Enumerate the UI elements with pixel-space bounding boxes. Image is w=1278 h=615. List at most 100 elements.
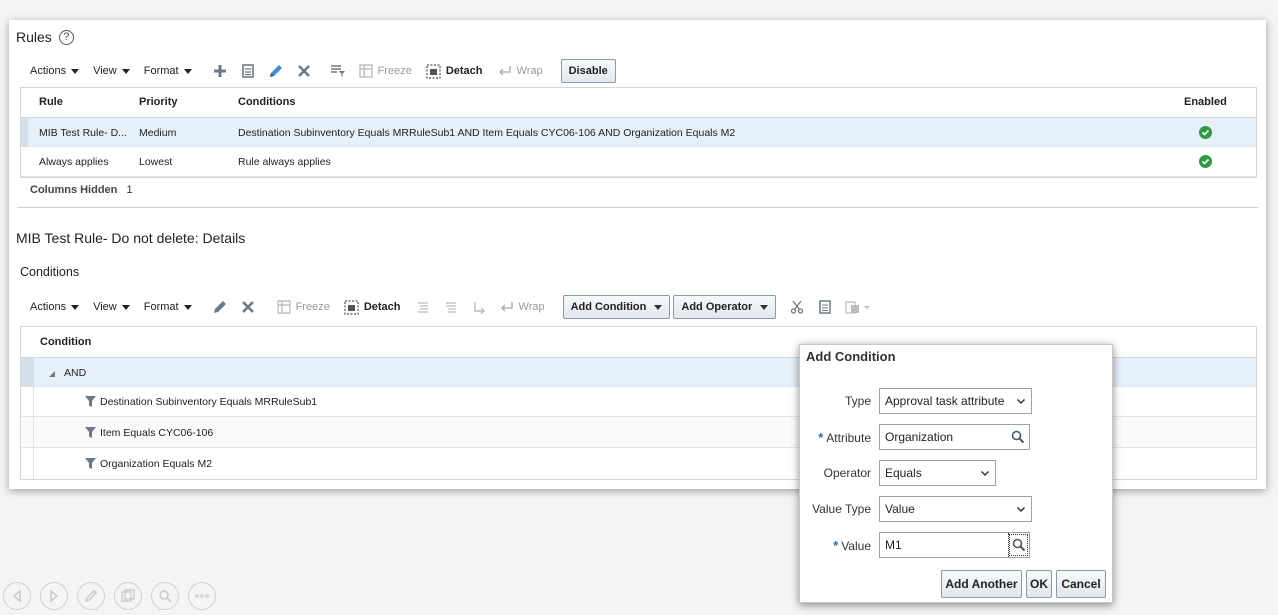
caret-down-icon xyxy=(183,304,192,310)
format-menu[interactable]: Format xyxy=(144,65,192,77)
rule-name-cell: MIB Test Rule- D... xyxy=(39,127,127,139)
play-icon[interactable] xyxy=(40,582,68,610)
priority-cell: Medium xyxy=(139,127,177,139)
dialog-title: Add Condition xyxy=(806,349,896,364)
attribute-value: Organization xyxy=(885,430,954,444)
columns-hidden-indicator: Columns Hidden 1 xyxy=(30,184,133,196)
expand-all-icon xyxy=(415,299,431,315)
priority-cell: Lowest xyxy=(139,156,173,168)
delete-icon[interactable] xyxy=(240,299,256,315)
caret-down-icon xyxy=(121,304,130,310)
format-menu[interactable]: Format xyxy=(144,301,192,313)
columns-hidden-label: Columns Hidden xyxy=(30,184,118,196)
details-title: MIB Test Rule- Do not delete: Details xyxy=(16,230,246,246)
help-icon[interactable]: ? xyxy=(58,29,74,45)
cancel-button[interactable]: Cancel xyxy=(1056,570,1106,598)
disable-button[interactable]: Disable xyxy=(560,59,616,83)
filter-icon xyxy=(84,395,97,411)
previous-icon[interactable] xyxy=(3,582,31,610)
wrap-button: Wrap xyxy=(516,65,543,77)
pen-icon[interactable] xyxy=(77,582,105,610)
operator-value: Equals xyxy=(885,466,922,480)
actions-menu[interactable]: Actions xyxy=(30,301,80,313)
view-menu[interactable]: View xyxy=(93,65,130,77)
ok-button[interactable]: OK xyxy=(1026,570,1052,598)
edit-icon[interactable] xyxy=(212,299,228,315)
section-divider xyxy=(17,207,1258,208)
row-selector xyxy=(21,118,28,147)
zoom-icon[interactable] xyxy=(151,582,179,610)
add-condition-button[interactable]: Add Condition xyxy=(562,295,671,319)
conditions-title: Conditions xyxy=(20,265,80,279)
enabled-check-icon xyxy=(1199,155,1212,169)
caret-down-icon xyxy=(71,304,80,310)
tree-node-label: AND xyxy=(64,367,87,379)
filter-icon xyxy=(84,457,97,473)
table-row[interactable]: Always applies Lowest Rule always applie… xyxy=(21,147,1256,177)
column-header-rule[interactable]: Rule xyxy=(39,96,63,108)
expanded-triangle-icon[interactable] xyxy=(48,369,56,381)
type-select[interactable]: Approval task attribute xyxy=(879,388,1032,414)
caret-down-icon xyxy=(760,304,769,310)
caret-down-icon xyxy=(654,304,663,310)
tree-node-label: Destination Subinventory Equals MRRuleSu… xyxy=(100,396,318,408)
caret-down-icon xyxy=(121,68,130,74)
more-options-icon[interactable] xyxy=(188,582,216,610)
value-input[interactable]: M1 xyxy=(879,532,1030,558)
edit-icon[interactable] xyxy=(268,63,284,79)
query-by-example-icon[interactable] xyxy=(330,63,346,79)
freeze-icon xyxy=(276,299,292,315)
column-header-condition[interactable]: Condition xyxy=(40,336,91,348)
conditions-cell: Destination Subinventory Equals MRRuleSu… xyxy=(238,127,736,139)
delete-icon[interactable] xyxy=(296,63,312,79)
value-field-text: M1 xyxy=(885,538,902,552)
value-label: * Value xyxy=(833,538,871,553)
type-label: Type xyxy=(844,394,871,408)
add-another-button[interactable]: Add Another xyxy=(941,570,1022,598)
search-icon[interactable] xyxy=(1008,533,1029,557)
freeze-button: Freeze xyxy=(377,65,412,77)
view-menu[interactable]: View xyxy=(93,301,130,313)
attribute-input[interactable]: Organization xyxy=(879,424,1030,450)
type-value: Approval task attribute xyxy=(885,394,1005,408)
column-header-priority[interactable]: Priority xyxy=(139,96,178,108)
value-type-label: Value Type xyxy=(812,502,871,516)
detach-icon[interactable] xyxy=(344,299,360,315)
chevron-down-icon xyxy=(1016,398,1026,405)
chevron-down-icon xyxy=(1016,506,1026,513)
search-icon[interactable] xyxy=(1011,430,1025,444)
slides-icon[interactable] xyxy=(114,582,142,610)
detach-button[interactable]: Detach xyxy=(364,301,401,313)
freeze-icon xyxy=(358,63,374,79)
columns-hidden-count: 1 xyxy=(126,184,133,196)
operator-label: Operator xyxy=(823,466,871,480)
chevron-down-icon xyxy=(980,470,990,477)
detach-button[interactable]: Detach xyxy=(446,65,483,77)
column-header-enabled[interactable]: Enabled xyxy=(1184,96,1227,108)
value-type-select[interactable]: Value xyxy=(879,496,1032,522)
playback-controls xyxy=(3,582,225,610)
detach-icon[interactable] xyxy=(426,63,442,79)
tree-node-label: Organization Equals M2 xyxy=(100,458,213,470)
caret-down-icon xyxy=(71,68,80,74)
scroll-to-parent-icon xyxy=(471,299,487,315)
add-operator-button[interactable]: Add Operator xyxy=(673,295,777,319)
cut-icon[interactable] xyxy=(789,299,805,315)
paste-icon xyxy=(845,299,873,315)
conditions-toolbar: Actions View Format Freeze Detach Wrap A… xyxy=(30,295,879,319)
rules-toolbar: Actions View Format Freeze Detach Wrap D xyxy=(30,59,619,83)
attribute-label: * Attribute xyxy=(818,430,871,445)
enabled-check-icon xyxy=(1199,126,1212,140)
actions-menu[interactable]: Actions xyxy=(30,65,80,77)
freeze-button: Freeze xyxy=(295,301,330,313)
conditions-cell: Rule always applies xyxy=(238,156,331,168)
table-row[interactable]: MIB Test Rule- D... Medium Destination S… xyxy=(21,117,1256,147)
wrap-button: Wrap xyxy=(518,301,545,313)
add-icon[interactable] xyxy=(212,63,228,79)
copy-icon[interactable] xyxy=(817,299,833,315)
rules-table: Rule Priority Conditions Enabled MIB Tes… xyxy=(20,87,1257,178)
operator-select[interactable]: Equals xyxy=(879,460,996,486)
column-header-conditions[interactable]: Conditions xyxy=(238,96,295,108)
required-asterisk: * xyxy=(818,430,824,445)
duplicate-icon[interactable] xyxy=(240,63,256,79)
